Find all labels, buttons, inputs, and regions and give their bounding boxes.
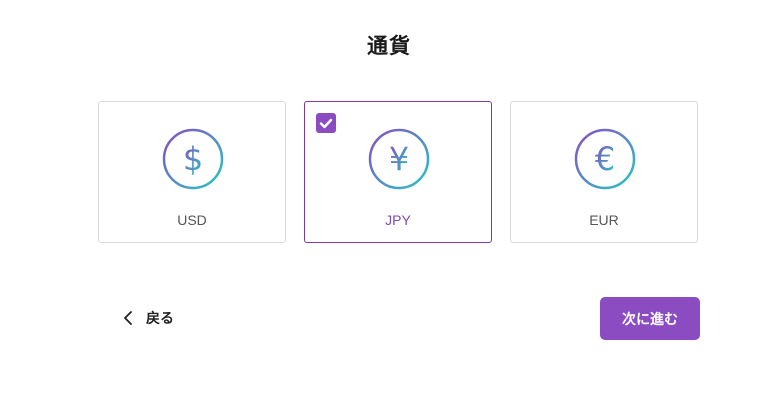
currency-label: JPY xyxy=(385,212,411,228)
currency-label: EUR xyxy=(589,212,619,228)
next-button[interactable]: 次に進む xyxy=(600,297,700,340)
currency-card-jpy[interactable]: ¥ JPY xyxy=(304,101,492,243)
currency-symbol: € xyxy=(595,140,615,178)
chevron-left-icon xyxy=(124,311,132,325)
currency-label: USD xyxy=(177,212,207,228)
currency-symbol: $ xyxy=(183,140,203,178)
back-button[interactable]: 戻る xyxy=(118,303,174,333)
yen-icon: ¥ xyxy=(368,128,430,190)
currency-symbol: ¥ xyxy=(389,140,409,178)
checkbox-checked-icon[interactable] xyxy=(316,113,336,133)
page-title: 通貨 xyxy=(367,34,411,58)
dollar-icon: $ xyxy=(162,128,224,190)
currency-card-eur[interactable]: € EUR xyxy=(510,101,698,243)
euro-icon: € xyxy=(574,128,636,190)
back-label: 戻る xyxy=(146,311,174,327)
currency-card-usd[interactable]: $ USD xyxy=(98,101,286,243)
